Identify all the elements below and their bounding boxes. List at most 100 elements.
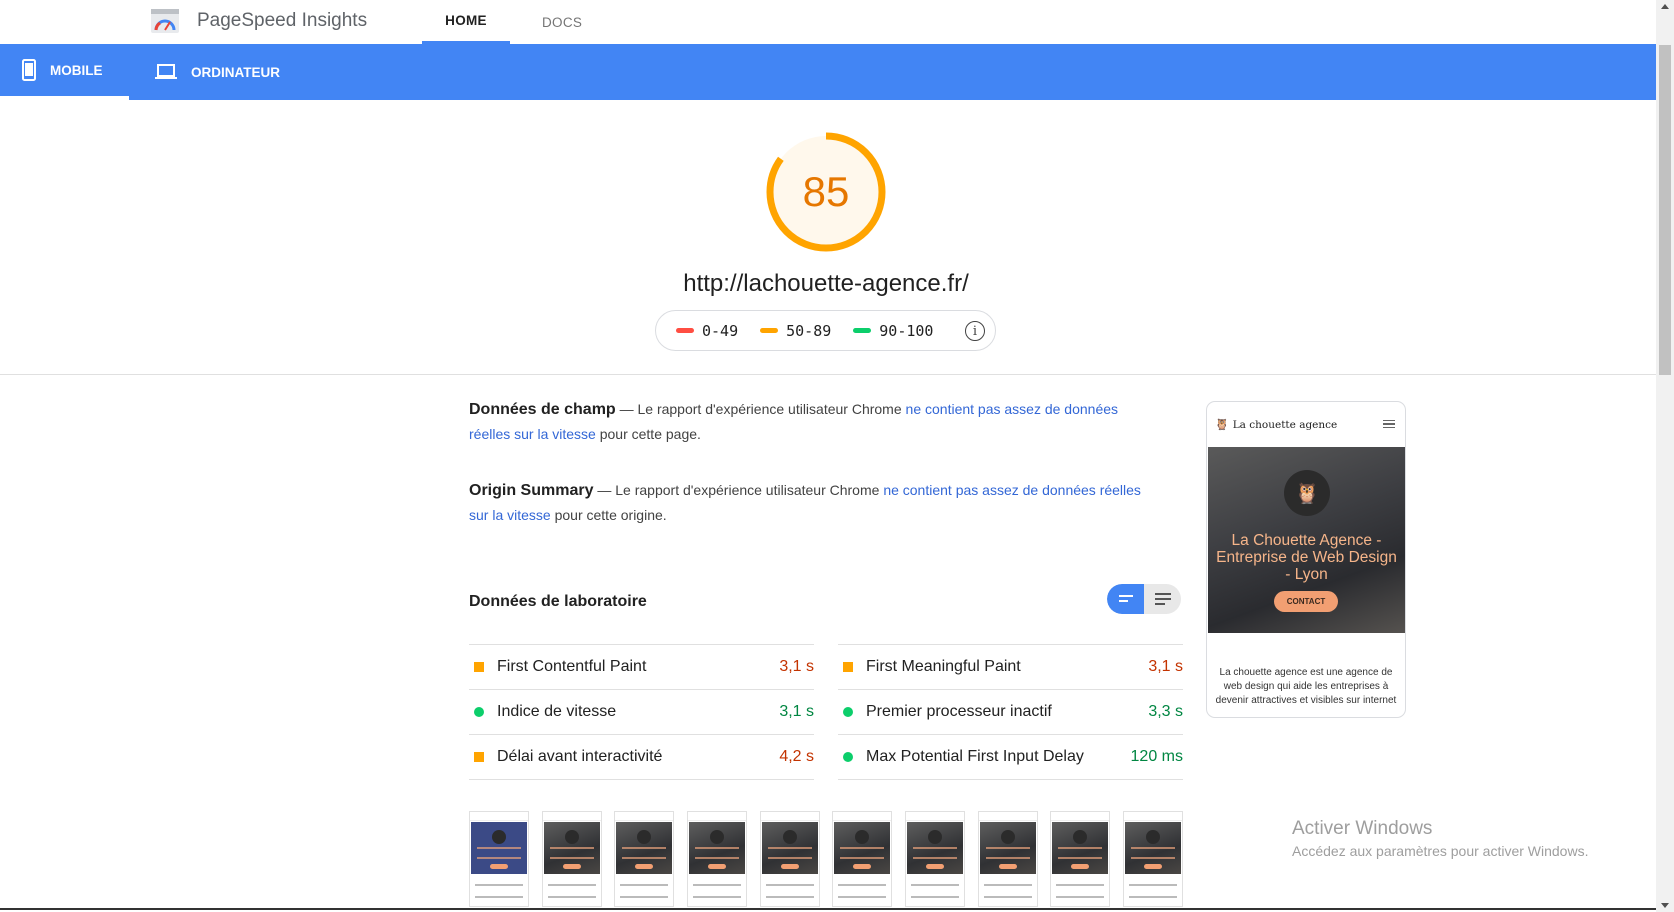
metrics-view-toggle[interactable] [1107,584,1181,614]
frame-hero-text [477,847,521,859]
filmstrip-frame [832,811,892,907]
frame-header [906,812,964,821]
frame-body-text [838,884,886,898]
frame-owl-icon [1146,830,1160,844]
field-data-prefix: — Le rapport d'expérience utilisateur Ch… [615,401,906,417]
legend-average: 50-89 [760,322,831,340]
filmstrip-frame [978,811,1038,907]
compact-view-button[interactable] [1107,584,1144,614]
field-data-suffix: pour cette page. [595,426,701,442]
expanded-list-icon [1154,593,1171,605]
frame-button [999,864,1017,869]
frame-body-text [984,884,1032,898]
metric-label: Max Potential First Input Delay [866,748,1084,765]
frame-button [853,864,871,869]
scrollbar-thumb[interactable] [1659,45,1671,375]
metric-value: 120 ms [1130,748,1183,765]
frame-button [635,864,653,869]
expanded-view-button[interactable] [1144,584,1181,614]
tab-mobile[interactable]: MOBILE [0,44,129,100]
windows-activation-title: Activer Windows [1292,818,1433,839]
section-divider [0,374,1656,375]
frame-button [708,864,726,869]
metric-row: Premier processeur inactif 3,3 s [838,689,1183,734]
metric-value: 4,2 s [779,748,814,765]
origin-summary-suffix: pour cette origine. [550,507,667,523]
frame-owl-icon [565,830,579,844]
page-scrollbar[interactable] [1656,0,1674,912]
metric-label: Indice de vitesse [497,703,617,720]
tab-desktop-label: ORDINATEUR [191,64,280,80]
legend-poor-swatch [676,328,694,333]
filmstrip-frame [469,811,529,907]
score-legend: 0-49 50-89 90-100 i [655,310,996,351]
origin-summary-title: Origin Summary [469,482,594,499]
metric-value: 3,1 s [1148,658,1183,675]
metric-row: First Contentful Paint 3,1 s [469,644,814,689]
frame-hero [689,822,745,874]
metric-label: First Meaningful Paint [866,658,1021,675]
frame-hero [1125,822,1181,874]
filmstrip-frame [614,811,674,907]
frame-hero [907,822,963,874]
frame-hero-text [1131,847,1175,859]
owl-logo-icon: 🦉 [1215,418,1229,431]
frame-hero [1052,822,1108,874]
tested-url: http://lachouette-agence.fr/ [683,270,969,297]
metric-divider [469,779,814,780]
frame-hero-text [986,847,1030,859]
tab-desktop[interactable]: ORDINATEUR [155,44,280,100]
frame-button [563,864,581,869]
frame-hero-text [695,847,739,859]
frame-hero [762,822,818,874]
metric-value: 3,1 s [779,658,814,675]
laptop-icon [155,64,177,79]
frame-hero [834,822,890,874]
frame-header [1051,812,1109,821]
frame-header [833,812,891,821]
legend-poor: 0-49 [676,322,738,340]
frame-body-text [1056,884,1104,898]
windows-activation-subtitle: Accédez aux paramètres pour activer Wind… [1292,843,1589,859]
metric-value: 3,1 s [779,703,814,720]
frame-owl-icon [1001,830,1015,844]
nav-docs[interactable]: DOCS [530,0,594,44]
average-square-icon [843,662,853,672]
scroll-up-arrow-icon[interactable] [1661,4,1669,9]
average-square-icon [474,662,484,672]
frame-owl-icon [710,830,724,844]
preview-header: 🦉 La chouette agence [1207,402,1405,447]
frame-owl-icon [855,830,869,844]
smartphone-icon [22,59,36,81]
legend-average-range: 50-89 [786,321,832,340]
pagespeed-logo-icon[interactable] [150,8,180,34]
filmstrip-frame [542,811,602,907]
filmstrip-frame [1123,811,1183,907]
filmstrip-frame [760,811,820,907]
metric-row: Max Potential First Input Delay 120 ms [838,734,1183,779]
origin-summary-section: Origin Summary — Le rapport d'expérience… [469,478,1149,528]
preview-hero-text: La Chouette Agence - Entreprise de Web D… [1216,532,1397,583]
preview-body-text: La chouette agence est une agence de web… [1215,667,1397,706]
metric-label: Premier processeur inactif [866,703,1052,720]
brand-title[interactable]: PageSpeed Insights [197,10,367,32]
field-data-section: Données de champ — Le rapport d'expérien… [469,397,1149,447]
metric-row: Délai avant interactivité 4,2 s [469,734,814,779]
frame-header [688,812,746,821]
frame-header [470,812,528,821]
info-icon[interactable]: i [965,321,985,341]
lab-data-title: Données de laboratoire [469,593,647,610]
legend-good-range: 90-100 [879,321,934,340]
frame-button [490,864,508,869]
origin-summary-prefix: — Le rapport d'expérience utilisateur Ch… [593,482,884,498]
scroll-down-arrow-icon[interactable] [1661,903,1669,908]
tab-mobile-label: MOBILE [50,62,103,78]
frame-header [543,812,601,821]
frame-hero-text [1058,847,1102,859]
frame-hero [544,822,600,874]
frame-owl-icon [492,830,506,844]
nav-home[interactable]: HOME [422,0,510,44]
average-square-icon [474,752,484,762]
pass-circle-icon [843,707,853,717]
bottom-edge [0,908,1656,910]
